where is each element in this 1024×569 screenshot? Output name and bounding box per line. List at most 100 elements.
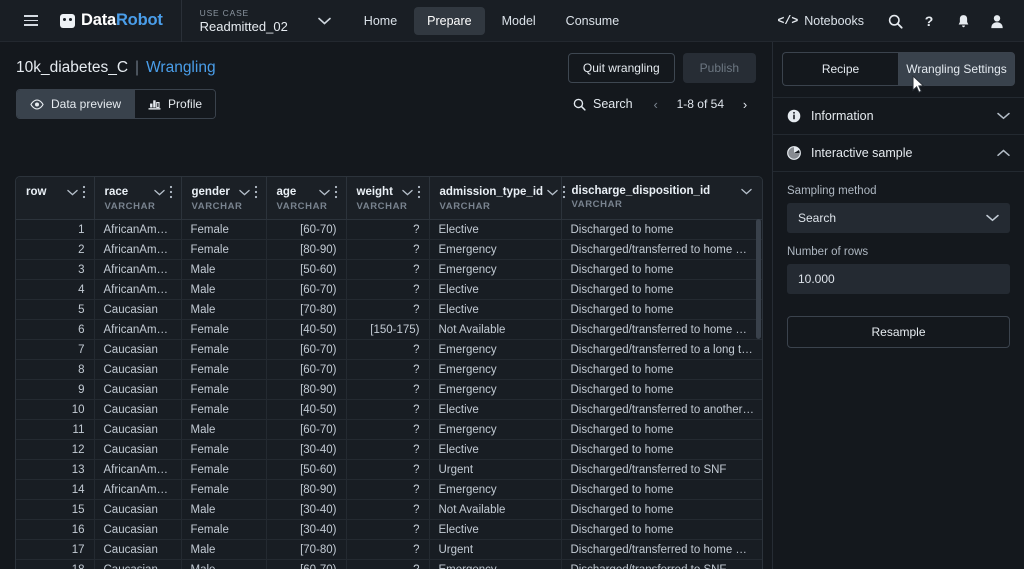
cell-discharge_disposition_id[interactable]: Discharged to home <box>561 380 763 400</box>
cell-age[interactable]: [50-60) <box>266 460 346 480</box>
cell-admission_type_id[interactable]: Urgent <box>429 540 561 560</box>
cell-discharge_disposition_id[interactable]: Discharged/transferred to another type o… <box>561 400 763 420</box>
cell-weight[interactable]: ? <box>346 440 429 460</box>
use-case-selector[interactable]: USE CASE Readmitted_02 <box>181 0 331 42</box>
cell-weight[interactable]: ? <box>346 300 429 320</box>
cell-race[interactable]: AfricanAmerican <box>94 260 181 280</box>
column-header-row[interactable]: row <box>16 177 94 220</box>
nav-link-home[interactable]: Home <box>351 7 410 35</box>
table-row[interactable]: 5CaucasianMale[70-80)?ElectiveDischarged… <box>16 300 763 320</box>
cell-weight[interactable]: ? <box>346 480 429 500</box>
cell-race[interactable]: Caucasian <box>94 300 181 320</box>
chevron-down-icon[interactable] <box>235 189 254 196</box>
cell-race[interactable]: Caucasian <box>94 360 181 380</box>
cell-gender[interactable]: Female <box>181 460 266 480</box>
chevron-down-icon[interactable] <box>398 189 417 196</box>
cell-gender[interactable]: Male <box>181 560 266 569</box>
cell-age[interactable]: [80-90) <box>266 480 346 500</box>
cell-admission_type_id[interactable]: Emergency <box>429 560 561 569</box>
column-header-discharge-disposition-id[interactable]: discharge_disposition_id VARCHAR <box>561 177 763 220</box>
pager-prev-button[interactable]: ‹ <box>645 93 667 115</box>
search-icon[interactable] <box>878 0 912 42</box>
cell-race[interactable]: AfricanAmerican <box>94 480 181 500</box>
tab-data-preview[interactable]: Data preview <box>17 90 135 118</box>
cell-gender[interactable]: Female <box>181 380 266 400</box>
number-of-rows-input[interactable]: 10.000 <box>787 264 1010 294</box>
cell-age[interactable]: [60-70) <box>266 340 346 360</box>
cell-weight[interactable]: ? <box>346 500 429 520</box>
tab-profile[interactable]: Profile <box>135 90 215 118</box>
cell-row[interactable]: 7 <box>16 340 94 360</box>
resample-button[interactable]: Resample <box>787 316 1010 348</box>
cell-admission_type_id[interactable]: Emergency <box>429 360 561 380</box>
column-header-race[interactable]: race VARCHAR <box>94 177 181 220</box>
cell-admission_type_id[interactable]: Emergency <box>429 260 561 280</box>
cell-age[interactable]: [70-80) <box>266 300 346 320</box>
cell-discharge_disposition_id[interactable]: Discharged to home <box>561 260 763 280</box>
cell-race[interactable]: Caucasian <box>94 400 181 420</box>
cell-race[interactable]: AfricanAmerican <box>94 240 181 260</box>
cell-admission_type_id[interactable]: Urgent <box>429 460 561 480</box>
column-menu-icon[interactable] <box>417 185 421 199</box>
table-row[interactable]: 6AfricanAmericanFemale[40-50)[150-175)No… <box>16 320 763 340</box>
cell-weight[interactable]: ? <box>346 260 429 280</box>
cell-race[interactable]: AfricanAmerican <box>94 280 181 300</box>
column-header-admission-type-id[interactable]: admission_type_id VARCHAR <box>429 177 561 220</box>
table-row[interactable]: 9CaucasianFemale[80-90)?EmergencyDischar… <box>16 380 763 400</box>
cell-weight[interactable]: [150-175) <box>346 320 429 340</box>
cell-weight[interactable]: ? <box>346 520 429 540</box>
cell-discharge_disposition_id[interactable]: Discharged to home <box>561 520 763 540</box>
cell-admission_type_id[interactable]: Elective <box>429 280 561 300</box>
cell-race[interactable]: Caucasian <box>94 500 181 520</box>
table-vertical-scrollbar[interactable] <box>756 219 761 569</box>
cell-gender[interactable]: Female <box>181 440 266 460</box>
table-row[interactable]: 1AfricanAmericanFemale[60-70)?ElectiveDi… <box>16 220 763 240</box>
cell-age[interactable]: [60-70) <box>266 560 346 569</box>
cell-weight[interactable]: ? <box>346 360 429 380</box>
cell-admission_type_id[interactable]: Not Available <box>429 500 561 520</box>
hamburger-menu-icon[interactable] <box>14 0 48 42</box>
cell-row[interactable]: 13 <box>16 460 94 480</box>
table-row[interactable]: 3AfricanAmericanMale[50-60)?EmergencyDis… <box>16 260 763 280</box>
cell-admission_type_id[interactable]: Emergency <box>429 380 561 400</box>
pager-next-button[interactable]: › <box>734 93 756 115</box>
quit-wrangling-button[interactable]: Quit wrangling <box>568 53 675 83</box>
cell-gender[interactable]: Male <box>181 260 266 280</box>
cell-age[interactable]: [50-60) <box>266 260 346 280</box>
cell-age[interactable]: [30-40) <box>266 520 346 540</box>
cell-admission_type_id[interactable]: Elective <box>429 520 561 540</box>
scrollbar-thumb[interactable] <box>756 219 761 339</box>
notifications-bell-icon[interactable] <box>946 0 980 42</box>
cell-row[interactable]: 11 <box>16 420 94 440</box>
nav-link-consume[interactable]: Consume <box>553 7 633 35</box>
cell-weight[interactable]: ? <box>346 460 429 480</box>
cell-row[interactable]: 5 <box>16 300 94 320</box>
table-row[interactable]: 8CaucasianFemale[60-70)?EmergencyDischar… <box>16 360 763 380</box>
cell-discharge_disposition_id[interactable]: Discharged to home <box>561 300 763 320</box>
cell-discharge_disposition_id[interactable]: Discharged/transferred to SNF <box>561 560 763 569</box>
cell-gender[interactable]: Female <box>181 320 266 340</box>
table-search-button[interactable]: Search <box>567 93 639 115</box>
cell-age[interactable]: [40-50) <box>266 400 346 420</box>
help-icon[interactable]: ? <box>912 0 946 42</box>
cell-gender[interactable]: Female <box>181 240 266 260</box>
column-menu-icon[interactable] <box>562 185 566 199</box>
cell-age[interactable]: [40-50) <box>266 320 346 340</box>
cell-admission_type_id[interactable]: Elective <box>429 440 561 460</box>
cell-race[interactable]: AfricanAmerican <box>94 320 181 340</box>
cell-weight[interactable]: ? <box>346 340 429 360</box>
column-menu-icon[interactable] <box>82 185 86 199</box>
cell-age[interactable]: [30-40) <box>266 500 346 520</box>
cell-discharge_disposition_id[interactable]: Discharged/transferred to home with home… <box>561 240 763 260</box>
column-header-weight[interactable]: weight VARCHAR <box>346 177 429 220</box>
cell-gender[interactable]: Male <box>181 540 266 560</box>
chevron-down-icon[interactable] <box>150 189 169 196</box>
cell-gender[interactable]: Female <box>181 220 266 240</box>
cell-gender[interactable]: Male <box>181 300 266 320</box>
cell-discharge_disposition_id[interactable]: Discharged to home <box>561 500 763 520</box>
cell-row[interactable]: 18 <box>16 560 94 569</box>
table-row[interactable]: 10CaucasianFemale[40-50)?ElectiveDischar… <box>16 400 763 420</box>
table-row[interactable]: 13AfricanAmericanFemale[50-60)?UrgentDis… <box>16 460 763 480</box>
cell-weight[interactable]: ? <box>346 240 429 260</box>
cell-age[interactable]: [60-70) <box>266 220 346 240</box>
